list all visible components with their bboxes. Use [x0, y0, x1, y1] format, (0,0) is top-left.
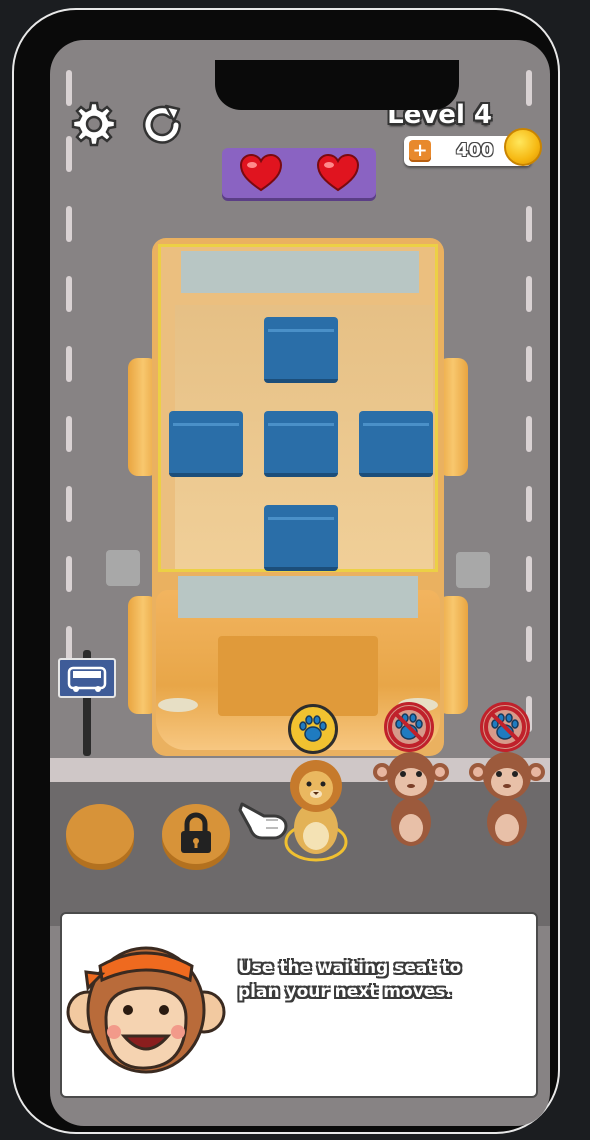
heart-icon	[316, 154, 359, 192]
bus-interior	[158, 244, 438, 572]
bus-seat[interactable]	[169, 411, 243, 477]
bus-stop-sign	[58, 658, 116, 698]
restart-icon	[143, 104, 181, 144]
bus-hood	[218, 636, 378, 716]
lane-marking	[526, 346, 532, 382]
coin-count: 400	[456, 140, 494, 161]
waiting-seat-locked[interactable]	[162, 804, 230, 864]
coin-icon	[504, 128, 542, 166]
lane-marking	[526, 626, 532, 662]
lane-marking	[66, 206, 72, 242]
paw-badge-banned	[384, 702, 434, 752]
monkey-character[interactable]	[372, 752, 450, 852]
bus-seat[interactable]	[359, 411, 433, 477]
lane-marking	[526, 206, 532, 242]
tutorial-dialog: Use the waiting seat to plan your next m…	[60, 912, 538, 1098]
paw-icon	[299, 715, 327, 742]
bus[interactable]	[152, 238, 444, 756]
lane-marking	[66, 276, 72, 312]
gear-icon	[71, 101, 117, 147]
lane-marking	[66, 556, 72, 592]
game-screen: Level 4 + 400 Use the waiting seat to pl…	[50, 40, 550, 1126]
heart-icon	[239, 154, 282, 192]
coin-counter: + 400	[404, 128, 542, 166]
hand-pointer-icon	[236, 796, 292, 850]
bus-windshield	[178, 576, 418, 618]
bus-mirror	[106, 550, 140, 586]
lives-panel	[222, 148, 376, 198]
phone-notch	[215, 60, 459, 110]
no-paw-icon	[388, 706, 430, 748]
lane-marking	[66, 416, 72, 452]
lane-marking	[526, 70, 532, 106]
settings-button[interactable]	[68, 98, 120, 150]
no-paw-icon	[484, 706, 526, 748]
bus-seat[interactable]	[264, 317, 338, 383]
lane-marking	[526, 486, 532, 522]
lane-marking	[66, 486, 72, 522]
lane-marking	[526, 276, 532, 312]
bus-headlight	[158, 698, 198, 712]
paw-badge-banned	[480, 702, 530, 752]
monkey-mascot-icon	[66, 932, 226, 1086]
monkey-character[interactable]	[468, 752, 546, 852]
add-coins-button[interactable]: +	[409, 140, 431, 162]
bus-icon	[67, 666, 107, 692]
lane-marking	[526, 556, 532, 592]
bus-mirror	[456, 552, 490, 588]
waiting-seat-empty[interactable]	[66, 804, 134, 864]
bus-seat[interactable]	[264, 505, 338, 571]
lane-marking	[66, 346, 72, 382]
lane-marking	[526, 416, 532, 452]
lane-marking	[66, 626, 72, 662]
lock-icon	[181, 812, 211, 853]
bus-seat[interactable]	[264, 411, 338, 477]
restart-button[interactable]	[136, 100, 188, 152]
tutorial-message: Use the waiting seat to plan your next m…	[238, 958, 462, 1002]
bus-rear-window	[181, 251, 419, 293]
paw-badge-allowed	[288, 704, 338, 754]
